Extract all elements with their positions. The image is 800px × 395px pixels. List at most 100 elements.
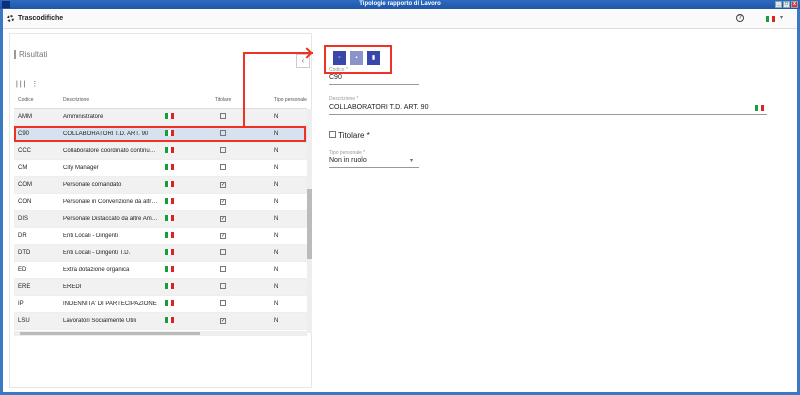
vertical-scrollbar[interactable] — [307, 109, 312, 333]
app-bar: Trascodifiche ? ▾ — [3, 9, 797, 29]
table-row[interactable]: CCC Collaboratore coordinato continua… N — [14, 143, 307, 160]
results-title: Risultati — [14, 50, 47, 59]
table-row[interactable]: COM Personale comandato ✓ N — [14, 177, 307, 194]
descrizione-underline — [329, 114, 767, 115]
titolare-checkbox — [220, 113, 226, 119]
table-row[interactable]: LSU Lavoratori Socialmente Utili ✓ N — [14, 313, 307, 330]
titolare-checkbox — [220, 266, 226, 272]
horizontal-scrollbar[interactable] — [14, 331, 307, 336]
titolare-checkbox: ✓ — [220, 233, 226, 239]
cell-tipo-personale: N — [274, 216, 279, 222]
table-row[interactable]: AMM Amministratore N — [14, 109, 307, 126]
cell-codice: DIS — [18, 216, 29, 222]
cell-codice: LSU — [18, 318, 30, 324]
titolare-checkbox: ✓ — [220, 182, 226, 188]
cell-tipo-personale: N — [274, 114, 279, 120]
titolare-checkbox: ✓ — [220, 216, 226, 222]
cell-codice: COM — [18, 182, 32, 188]
cell-tipo-personale: N — [274, 301, 279, 307]
italy-flag-icon — [164, 283, 174, 289]
column-header-codice[interactable]: Codice — [14, 97, 59, 103]
cell-descrizione: Lavoratori Socialmente Utili — [63, 318, 137, 324]
table-row[interactable]: ERE EREDI N — [14, 279, 307, 296]
column-header-titolare[interactable]: Titolare — [179, 97, 267, 103]
columns-icon[interactable]: ||| — [16, 81, 27, 88]
titolare-checkbox: ✓ — [220, 318, 226, 324]
window-titlebar: Tipologie rapporto di Lavoro _ □ x — [0, 0, 800, 9]
cell-codice: CON — [18, 199, 32, 205]
chevron-down-icon[interactable]: ▾ — [410, 157, 413, 164]
maximize-button[interactable]: □ — [783, 1, 790, 8]
table-row[interactable]: CON Personale in Convenzione da altre … ✓ N — [14, 194, 307, 211]
cell-descrizione: Personale in Convenzione da altre … — [63, 199, 159, 205]
titolare-label: Titolare * — [338, 131, 370, 140]
cell-tipo-personale: N — [274, 233, 279, 239]
table-row[interactable]: DR Enti Locali - Dirigenti ✓ N — [14, 228, 307, 245]
cell-descrizione: Amministratore — [63, 114, 104, 120]
italy-flag-icon[interactable] — [755, 105, 764, 111]
italy-flag-icon — [164, 164, 174, 170]
close-button[interactable]: x — [791, 1, 798, 8]
cell-codice: CCC — [18, 148, 31, 154]
cell-tipo-personale: N — [274, 182, 279, 188]
cell-descrizione: INDENNITA' DI PARTECIPAZIONE — [63, 301, 157, 307]
table-row[interactable]: DIS Personale Distaccato da altre Am… ✓ N — [14, 211, 307, 228]
table-row[interactable]: ED Extra dotazione organica N — [14, 262, 307, 279]
codice-underline — [329, 84, 419, 85]
italy-flag-icon — [164, 181, 174, 187]
table-row[interactable]: DTD Enti Locali - Dirigenti T.D. N — [14, 245, 307, 262]
chevron-down-icon[interactable]: ▾ — [780, 14, 783, 21]
cell-descrizione: Enti Locali - Dirigenti — [63, 233, 119, 239]
grid-header: Codice Descrizione Titolare Tipo persona… — [14, 91, 307, 109]
page-title: Trascodifiche — [18, 15, 64, 22]
tipo-personale-select[interactable]: Non in ruolo — [329, 157, 367, 164]
titolare-checkbox — [220, 300, 226, 306]
cell-descrizione: Extra dotazione organica — [63, 267, 130, 273]
minimize-button[interactable]: _ — [775, 1, 782, 8]
cell-descrizione: EREDI — [63, 284, 82, 290]
titolare-checkbox — [220, 147, 226, 153]
italy-flag-icon — [164, 198, 174, 204]
titolare-checkbox-row[interactable]: Titolare * — [329, 131, 370, 140]
save-button[interactable]: ▪ — [350, 51, 363, 65]
client-area: Trascodifiche ? ▾ Risultati ‹ ||| ⋮ Codi… — [3, 9, 797, 392]
delete-button[interactable]: ▮ — [367, 51, 380, 65]
table-row[interactable]: IP INDENNITA' DI PARTECIPAZIONE N — [14, 296, 307, 313]
help-icon[interactable]: ? — [736, 14, 744, 22]
gear-icon[interactable] — [7, 15, 14, 22]
cell-codice: CM — [18, 165, 28, 171]
descrizione-label: Descrizione * — [329, 96, 359, 102]
italy-flag-icon — [164, 249, 174, 255]
italy-flag-icon — [164, 300, 174, 306]
titolare-checkbox — [220, 164, 226, 170]
table-row[interactable]: CM City Manager N — [14, 160, 307, 177]
titolare-checkbox[interactable] — [329, 131, 336, 138]
cell-descrizione: City Manager — [63, 165, 99, 171]
italy-flag-icon — [164, 113, 174, 119]
codice-label: Codice * — [329, 67, 348, 73]
italy-flag-icon[interactable] — [766, 16, 775, 22]
column-header-tipo-personale[interactable]: Tipo personale — [267, 97, 307, 103]
cell-tipo-personale: N — [274, 284, 279, 290]
cell-tipo-personale: N — [274, 267, 279, 273]
new-button[interactable]: ▫ — [333, 51, 346, 65]
cell-codice: ED — [18, 267, 27, 273]
cell-tipo-personale: N — [274, 318, 279, 324]
tipo-underline — [329, 167, 419, 168]
italy-flag-icon — [164, 232, 174, 238]
cell-codice: ERE — [18, 284, 31, 290]
annotation-arrow-vertical — [243, 52, 245, 127]
codice-field[interactable]: C90 — [329, 74, 342, 81]
column-header-descrizione[interactable]: Descrizione — [59, 97, 159, 103]
tipo-personale-label: Tipo personale * — [329, 150, 366, 156]
results-panel: Risultati ‹ ||| ⋮ Codice Descrizione Tit… — [9, 33, 312, 388]
more-icon[interactable]: ⋮ — [31, 81, 40, 88]
italy-flag-icon — [164, 317, 174, 323]
cell-descrizione: Personale comandato — [63, 182, 122, 188]
cell-tipo-personale: N — [274, 199, 279, 205]
italy-flag-icon — [164, 147, 174, 153]
italy-flag-icon — [164, 266, 174, 272]
selected-row-highlight — [14, 126, 306, 142]
cell-codice: DR — [18, 233, 27, 239]
descrizione-field[interactable]: COLLABORATORI T.D. ART. 90 — [329, 104, 428, 111]
